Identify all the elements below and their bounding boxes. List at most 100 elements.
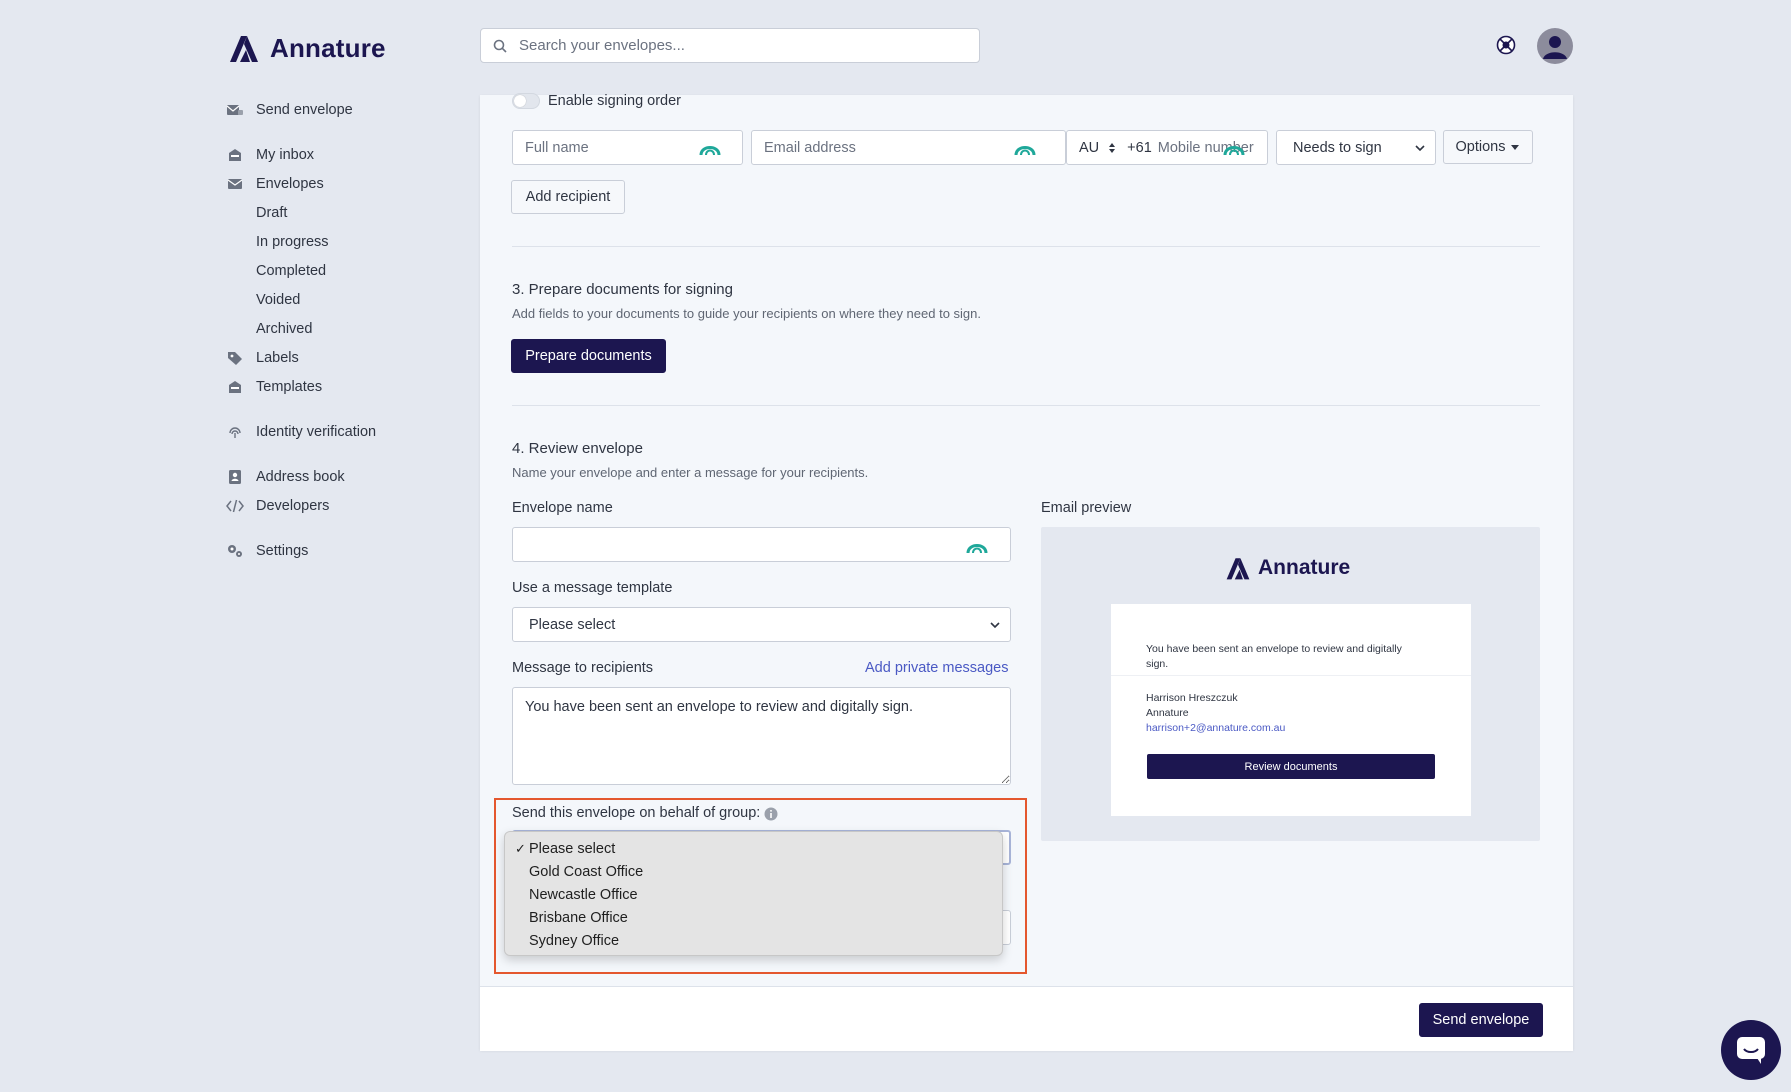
preview-brand-name: Annature: [1258, 556, 1351, 579]
annature-logo-icon: [230, 36, 258, 62]
sidebar-item-developers[interactable]: Developers: [226, 495, 329, 517]
chat-button[interactable]: [1721, 1020, 1781, 1080]
support-icon[interactable]: [1496, 35, 1516, 55]
user-avatar[interactable]: [1537, 28, 1573, 64]
sidebar-item-label: Voided: [256, 292, 301, 308]
dropdown-option-brisbane[interactable]: Brisbane Office: [505, 907, 1002, 929]
email-preview-body: You have been sent an envelope to review…: [1111, 604, 1471, 816]
dropdown-option-newcastle[interactable]: Newcastle Office: [505, 884, 1002, 906]
search-input[interactable]: [519, 37, 959, 54]
brand-name: Annature: [270, 32, 386, 63]
tag-icon: [226, 350, 244, 366]
sidebar-item-in-progress[interactable]: In progress: [256, 231, 329, 253]
caret-down-icon: [1511, 145, 1520, 150]
section-divider: [512, 405, 1540, 406]
sidebar-item-archived[interactable]: Archived: [256, 318, 312, 340]
message-template-value: Please select: [529, 616, 616, 633]
option-label: Sydney Office: [529, 933, 620, 949]
sidebar-item-envelopes[interactable]: Envelopes: [226, 173, 324, 195]
prepare-documents-button[interactable]: Prepare documents: [511, 339, 666, 373]
info-icon[interactable]: [764, 807, 778, 821]
envelope-icon: [226, 176, 244, 192]
sidebar-item-voided[interactable]: Voided: [256, 289, 300, 311]
chevron-down-icon: [1415, 144, 1425, 151]
review-section-description: Name your envelope and enter a message f…: [512, 465, 869, 480]
send-envelope-icon: [226, 102, 244, 118]
group-label: Send this envelope on behalf of group:: [512, 805, 761, 821]
message-template-select[interactable]: Please select: [512, 607, 1011, 642]
gear-icon: [226, 543, 244, 559]
checkmark-icon: ✓: [515, 841, 526, 856]
email-preview-panel: Annature You have been sent an envelope …: [1041, 527, 1540, 841]
send-envelope-label: Send envelope: [1432, 1012, 1530, 1028]
role-select[interactable]: Needs to sign: [1276, 130, 1436, 165]
sort-icon: [1109, 142, 1116, 153]
email-preview-label: Email preview: [1041, 500, 1132, 516]
sidebar-item-label: Envelopes: [256, 176, 324, 192]
sidebar-item-my-inbox[interactable]: My inbox: [226, 144, 314, 166]
dropdown-option-sydney[interactable]: Sydney Office: [505, 930, 1002, 952]
sidebar-item-templates[interactable]: Templates: [226, 376, 322, 398]
search-icon: [493, 39, 507, 53]
envelope-name-input[interactable]: [525, 536, 1010, 553]
envelope-name-field[interactable]: [512, 527, 1011, 562]
autofill-icon: [1014, 146, 1036, 156]
add-private-messages-link[interactable]: Add private messages: [865, 660, 1008, 676]
signing-order-toggle[interactable]: [512, 93, 540, 109]
review-section-title: 4. Review envelope: [512, 440, 643, 457]
prepare-section-description: Add fields to your documents to guide yo…: [512, 306, 982, 321]
dropdown-option-please-select[interactable]: ✓ Please select: [505, 838, 1002, 860]
option-label: Brisbane Office: [529, 910, 628, 926]
autofill-icon: [1223, 146, 1245, 156]
sidebar-item-label: Address book: [256, 469, 345, 485]
message-label: Message to recipients: [512, 660, 654, 676]
preview-divider: [1111, 675, 1471, 676]
preview-sender-company: Annature: [1146, 707, 1189, 719]
sidebar-item-send-envelope[interactable]: Send envelope: [226, 99, 353, 121]
prepare-section-title: 3. Prepare documents for signing: [512, 281, 733, 298]
prepare-documents-label: Prepare documents: [525, 348, 652, 364]
preview-review-button: Review documents: [1147, 754, 1435, 779]
message-textarea[interactable]: You have been sent an envelope to review…: [512, 687, 1011, 785]
dial-code: +61: [1127, 139, 1152, 156]
sidebar-item-settings[interactable]: Settings: [226, 540, 308, 562]
autofill-icon: [966, 544, 988, 554]
send-envelope-button[interactable]: Send envelope: [1419, 1003, 1543, 1037]
sidebar-item-label: Labels: [256, 350, 299, 366]
sidebar-item-completed[interactable]: Completed: [256, 260, 326, 282]
option-label: Gold Coast Office: [529, 864, 644, 880]
preview-sender-name: Harrison Hreszczuk: [1146, 692, 1238, 704]
chat-icon: [1737, 1037, 1765, 1064]
fingerprint-icon: [226, 424, 244, 440]
sidebar-item-label: Templates: [256, 379, 323, 395]
search-bar[interactable]: [480, 28, 980, 63]
role-select-value: Needs to sign: [1293, 139, 1382, 156]
sidebar-item-label: Settings: [256, 543, 309, 559]
sidebar-item-draft[interactable]: Draft: [256, 202, 287, 224]
preview-message-line1: You have been sent an envelope to review…: [1146, 643, 1402, 655]
sidebar-item-label: Draft: [256, 205, 288, 221]
sidebar-item-label: Identity verification: [256, 424, 377, 440]
brand-logo[interactable]: Annature: [226, 32, 386, 64]
option-label: Newcastle Office: [529, 887, 638, 903]
sidebar-item-label: Completed: [256, 263, 327, 279]
add-recipient-button[interactable]: Add recipient: [511, 180, 625, 214]
sidebar-item-label: In progress: [256, 234, 329, 250]
envelope-name-label: Envelope name: [512, 500, 613, 516]
sidebar-item-labels[interactable]: Labels: [226, 347, 299, 369]
options-button[interactable]: Options: [1443, 130, 1533, 164]
address-book-icon: [226, 469, 244, 485]
sidebar-item-address-book[interactable]: Address book: [226, 466, 345, 488]
country-code-select[interactable]: AU: [1079, 140, 1099, 156]
form-footer: Send envelope: [480, 986, 1573, 1051]
preview-review-label: Review documents: [1244, 760, 1338, 773]
templates-icon: [226, 379, 244, 395]
template-label: Use a message template: [512, 580, 673, 596]
sidebar-item-label: My inbox: [256, 147, 315, 163]
sidebar-item-identity-verification[interactable]: Identity verification: [226, 421, 376, 443]
section-divider: [512, 246, 1540, 247]
dropdown-option-gold-coast[interactable]: Gold Coast Office: [505, 861, 1002, 883]
signing-order-label: Enable signing order: [548, 93, 682, 109]
group-dropdown-menu[interactable]: ✓ Please select Gold Coast Office Newcas…: [504, 831, 1003, 956]
sidebar-item-label: Developers: [256, 498, 330, 514]
